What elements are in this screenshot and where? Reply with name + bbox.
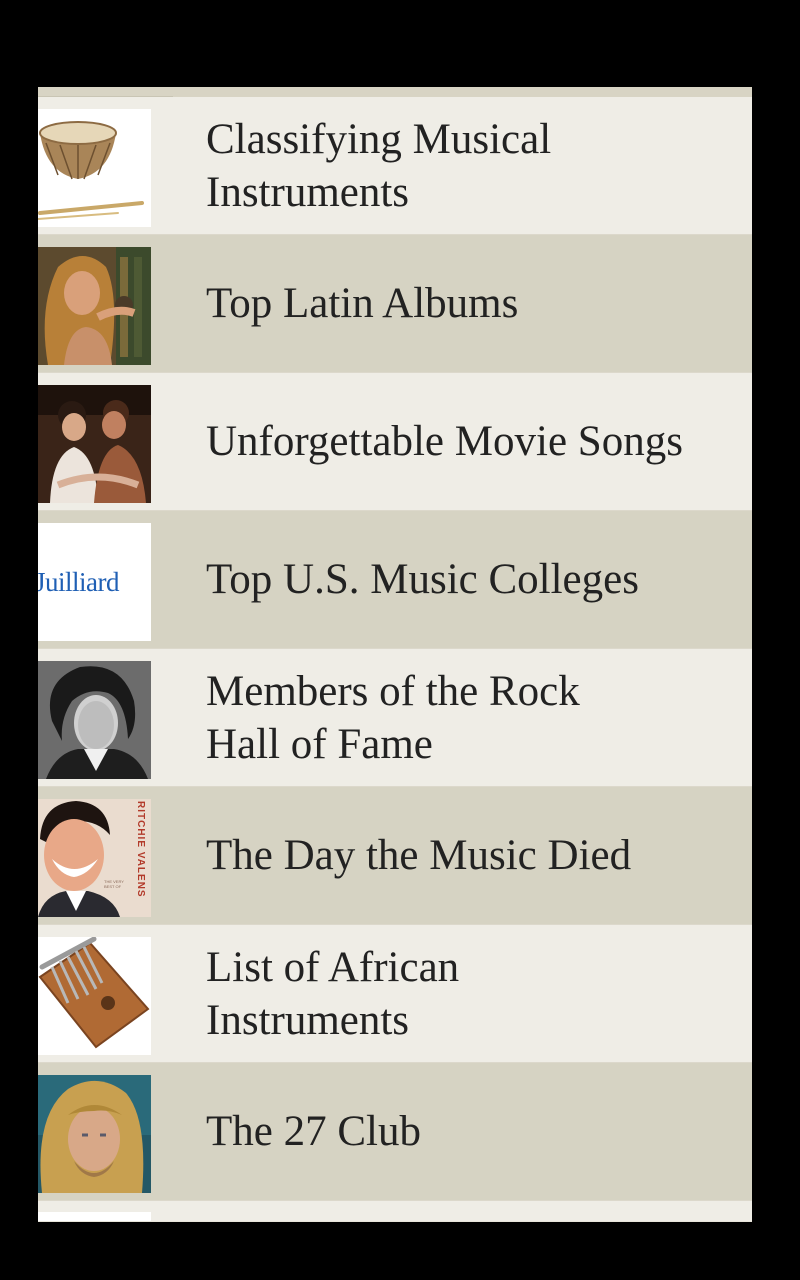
item-title: List of African Instruments bbox=[206, 943, 460, 1044]
musician-portrait-thumbnail bbox=[38, 1075, 151, 1193]
item-title: Top Latin Albums bbox=[206, 280, 519, 327]
partial-thumbnail bbox=[38, 1212, 151, 1221]
list-item-unforgettable-movie-songs[interactable]: Unforgettable Movie Songs bbox=[38, 373, 752, 511]
movie-couple-thumbnail bbox=[38, 385, 151, 503]
item-title: Top U.S. Music Colleges bbox=[206, 556, 639, 603]
juilliard-logo-thumbnail: Juilliard bbox=[38, 523, 151, 641]
topic-list: Classifying Musical Instruments Top Lati… bbox=[38, 97, 752, 1221]
album-subtitle-text: THE VERY BEST OF bbox=[104, 879, 124, 889]
list-item-27-club[interactable]: The 27 Club bbox=[38, 1063, 752, 1201]
album-artist-text: RITCHIE VALENS bbox=[135, 801, 146, 898]
rock-star-portrait-thumbnail bbox=[38, 661, 151, 779]
item-title: Unforgettable Movie Songs bbox=[206, 418, 683, 465]
list-item-partial[interactable] bbox=[38, 1201, 752, 1221]
list-item-rock-hall-of-fame[interactable]: Members of the Rock Hall of Fame bbox=[38, 649, 752, 787]
list-item-classifying-musical-instruments[interactable]: Classifying Musical Instruments bbox=[38, 97, 752, 235]
top-strip bbox=[38, 87, 752, 98]
list-item-top-us-music-colleges[interactable]: Juilliard Top U.S. Music Colleges bbox=[38, 511, 752, 649]
screen: Classifying Musical Instruments Top Lati… bbox=[38, 87, 752, 1222]
item-title: Members of the Rock Hall of Fame bbox=[206, 667, 580, 768]
item-title: The Day the Music Died bbox=[206, 832, 632, 879]
singer-thumbnail bbox=[38, 247, 151, 365]
kalimba-thumbnail bbox=[38, 937, 151, 1055]
list-item-top-latin-albums[interactable]: Top Latin Albums bbox=[38, 235, 752, 373]
list-item-day-the-music-died[interactable]: RITCHIE VALENS THE VERY BEST OF The Day … bbox=[38, 787, 752, 925]
item-title: Classifying Musical Instruments bbox=[206, 115, 552, 216]
album-cover-thumbnail: RITCHIE VALENS THE VERY BEST OF bbox=[38, 799, 151, 917]
list-item-african-instruments[interactable]: List of African Instruments bbox=[38, 925, 752, 1063]
item-title: The 27 Club bbox=[206, 1108, 421, 1155]
drum-thumbnail bbox=[38, 109, 151, 227]
juilliard-logo-text: Juilliard bbox=[38, 566, 120, 597]
